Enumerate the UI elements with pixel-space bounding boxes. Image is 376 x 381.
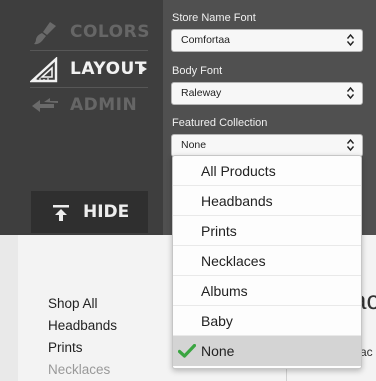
option-label: Prints [201,223,237,239]
select-arrows-icon [347,138,354,152]
nav-item-layout[interactable]: LAYOUT [0,51,163,87]
upload-arrow-icon [53,205,69,221]
select-arrows-icon [347,86,354,100]
dropdown-option-necklaces[interactable]: Necklaces [173,246,361,276]
brush-icon [34,22,56,45]
dropdown-option-prints[interactable]: Prints [173,216,361,246]
active-indicator-arrow-icon [139,64,147,74]
select-value: None [181,139,207,151]
featured-collection-label: Featured Collection [172,117,268,129]
body-font-select[interactable]: Raleway [171,82,363,105]
dropdown-option-baby[interactable]: Baby [173,306,361,336]
select-value: Comfortaa [181,34,231,46]
dropdown-option-none[interactable]: None [173,336,361,366]
featured-collection-select[interactable]: None [171,134,363,157]
dropdown-option-headbands[interactable]: Headbands [173,186,361,216]
shop-link-necklaces[interactable]: Necklaces [48,359,117,381]
hide-button[interactable]: HIDE [31,191,148,233]
option-label: None [201,343,235,359]
triangle-ruler-icon [30,57,58,83]
option-label: Baby [201,313,233,329]
nav-item-label: LAYOUT [70,59,147,79]
nav-item-admin[interactable]: ADMIN [0,87,163,123]
option-label: All Products [201,163,276,179]
nav-item-label: ADMIN [70,95,138,115]
shop-link-shop-all[interactable]: Shop All [48,293,117,315]
shop-link-headbands[interactable]: Headbands [48,315,117,337]
nav-item-colors[interactable]: COLORS [0,14,163,50]
shop-nav-links: Shop All Headbands Prints Necklaces [48,293,117,381]
select-value: Raleway [181,87,222,99]
option-label: Headbands [201,193,273,209]
checkmark-icon [178,344,196,358]
hide-button-label: HIDE [83,202,130,222]
store-name-font-select[interactable]: Comfortaa [171,29,363,52]
dropdown-option-all-products[interactable]: All Products [173,156,361,186]
back-arrows-icon [32,98,58,112]
select-arrows-icon [347,33,354,47]
store-name-font-label: Store Name Font [172,12,256,24]
dropdown-option-albums[interactable]: Albums [173,276,361,306]
shop-link-prints[interactable]: Prints [48,337,117,359]
body-font-label: Body Font [172,65,223,77]
nav-item-label: COLORS [70,22,150,42]
option-label: Albums [201,283,248,299]
option-label: Necklaces [201,253,266,269]
preview-left-gutter [0,235,18,381]
featured-collection-dropdown-list: All Products Headbands Prints Necklaces … [172,155,362,369]
